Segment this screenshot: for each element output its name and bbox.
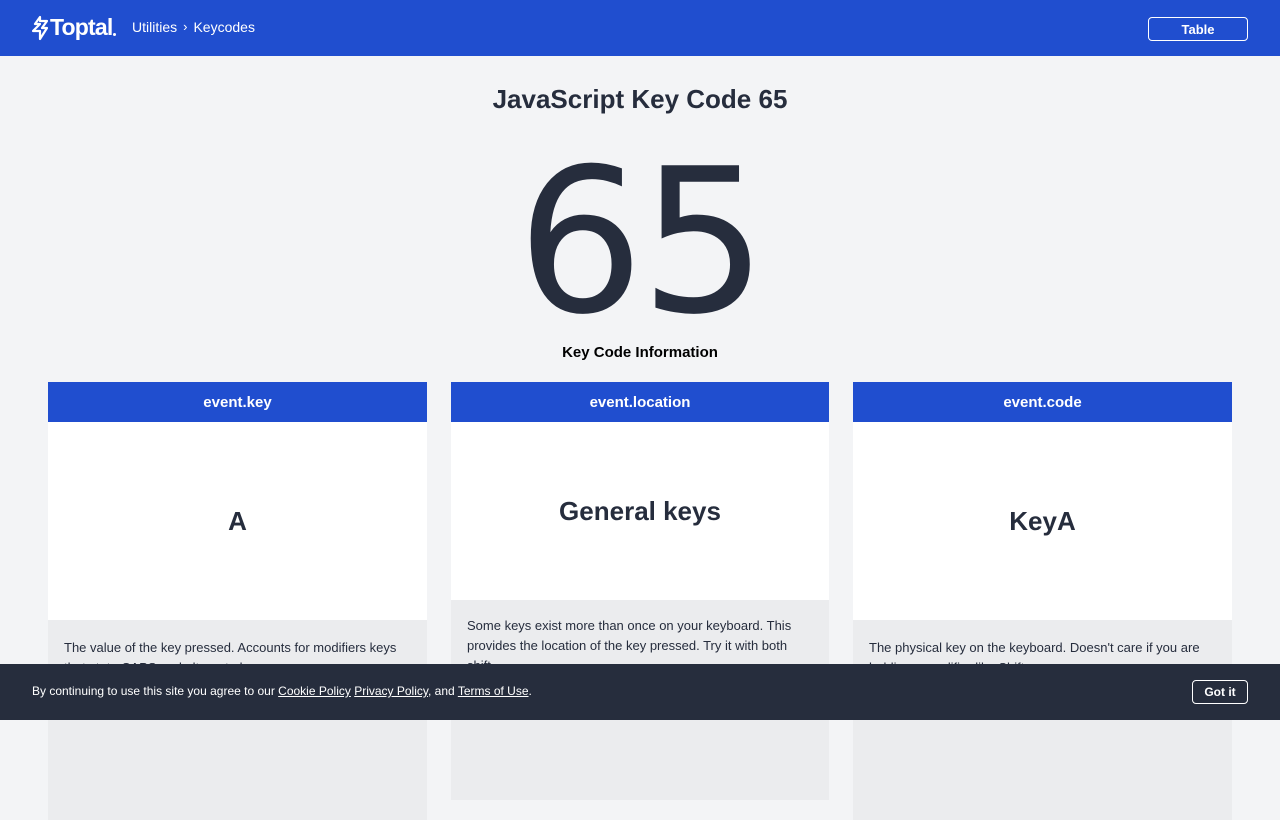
breadcrumb-utilities[interactable]: Utilities: [132, 19, 177, 35]
card-value: A: [48, 422, 427, 620]
table-button[interactable]: Table: [1148, 17, 1248, 41]
breadcrumb: Utilities › Keycodes: [132, 18, 255, 36]
card-event-key: event.key A The value of the key pressed…: [48, 382, 427, 820]
cookie-and-text: , and: [428, 684, 455, 698]
cookie-text: By continuing to use this site you agree…: [32, 684, 532, 698]
toptal-logo-icon: [32, 15, 48, 41]
key-code-display: 65: [516, 126, 768, 359]
card-event-location: event.location General keys Some keys ex…: [451, 382, 829, 800]
key-code-info-label: Key Code Information: [562, 344, 718, 361]
card-header: event.key: [48, 382, 427, 422]
card-value: KeyA: [853, 422, 1232, 620]
logo-text: Toptal: [50, 14, 113, 40]
cookie-consent-bar: By continuing to use this site you agree…: [0, 664, 1280, 720]
cookie-text-prefix: By continuing to use this site you agree…: [32, 684, 275, 698]
breadcrumb-keycodes[interactable]: Keycodes: [193, 19, 254, 35]
page-title: JavaScript Key Code 65: [492, 84, 788, 114]
cookie-policy-link[interactable]: Cookie Policy: [278, 684, 351, 698]
card-header: event.code: [853, 382, 1232, 422]
card-description: The physical key on the keyboard. Doesn'…: [853, 620, 1232, 820]
privacy-policy-link[interactable]: Privacy Policy: [354, 684, 428, 698]
top-nav-bar: Toptal Utilities › Keycodes Table: [0, 0, 1280, 56]
card-value: General keys: [451, 422, 829, 600]
card-header: event.location: [451, 382, 829, 422]
card-event-code: event.code KeyA The physical key on the …: [853, 382, 1232, 820]
cookie-suffix: .: [528, 684, 532, 698]
toptal-logo[interactable]: Toptal: [32, 14, 117, 41]
terms-of-use-link[interactable]: Terms of Use: [458, 684, 529, 698]
logo-registered-dot: [113, 33, 117, 36]
card-description: The value of the key pressed. Accounts f…: [48, 620, 427, 820]
chevron-right-icon: ›: [183, 18, 188, 34]
got-it-button[interactable]: Got it: [1192, 680, 1248, 704]
